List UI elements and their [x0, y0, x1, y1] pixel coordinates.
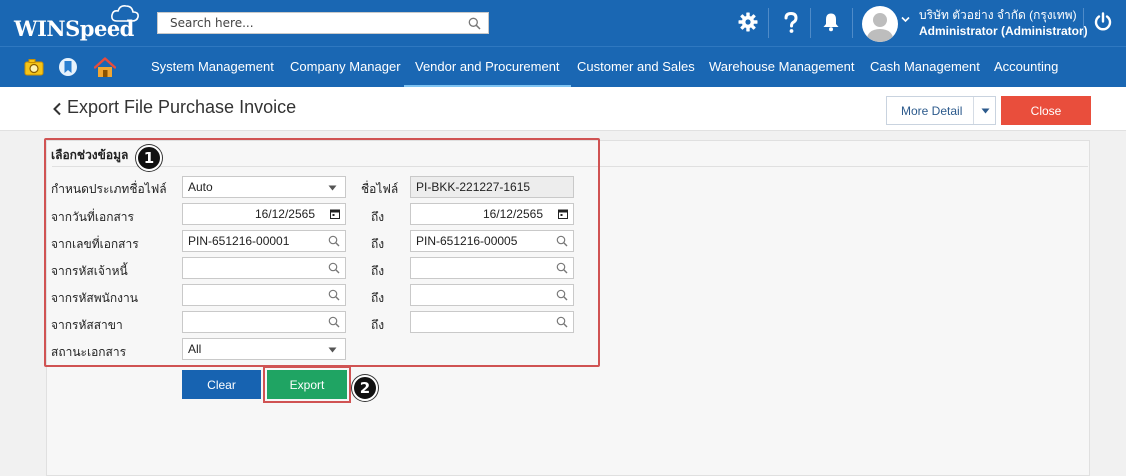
- caret-down-icon[interactable]: [328, 185, 337, 191]
- to-label: ถึง: [371, 210, 385, 224]
- power-icon[interactable]: [1093, 12, 1113, 32]
- menu-cash-management[interactable]: Cash Management: [859, 47, 991, 87]
- top-header: WINSpeed Search here... บริษัท ตัวอย่าง …: [0, 0, 1126, 46]
- date-from-value: 16/12/2565: [254, 207, 315, 221]
- date-from-label: จากวันที่เอกสาร: [51, 210, 134, 224]
- date-to-value: 16/12/2565: [482, 207, 543, 221]
- search-icon[interactable]: [556, 289, 568, 301]
- more-detail-label: More Detail: [901, 104, 963, 118]
- search-icon[interactable]: [468, 17, 481, 30]
- doc-to-value: PIN-651216-00005: [416, 234, 518, 248]
- creditor-to-input[interactable]: [410, 257, 574, 279]
- search-icon[interactable]: [328, 316, 340, 328]
- winspeed-logo[interactable]: WINSpeed: [14, 5, 139, 42]
- file-name-label: ชื่อไฟล์: [361, 182, 399, 196]
- to-label: ถึง: [371, 291, 385, 305]
- caret-down-icon[interactable]: [328, 347, 337, 353]
- clear-button[interactable]: Clear: [182, 370, 261, 399]
- page-title-bar: Export File Purchase Invoice More Detail…: [0, 87, 1126, 131]
- doc-from-input[interactable]: PIN-651216-00001: [182, 230, 346, 252]
- branch-from-label: จากรหัสสาขา: [51, 318, 123, 332]
- back-arrow-icon[interactable]: [52, 102, 62, 116]
- split-divider: [973, 97, 974, 124]
- header-divider: [768, 8, 769, 38]
- employee-to-input[interactable]: [410, 284, 574, 306]
- calendar-icon[interactable]: [330, 209, 340, 219]
- user-icon: [866, 13, 894, 42]
- menu-warehouse-management[interactable]: Warehouse Management: [698, 47, 866, 87]
- step-badge-2: 2: [352, 375, 378, 401]
- menu-system-management[interactable]: System Management: [140, 47, 285, 87]
- creditor-from-input[interactable]: [182, 257, 346, 279]
- search-box[interactable]: [157, 12, 489, 34]
- status-select[interactable]: All: [182, 338, 346, 360]
- user-name: Administrator (Administrator): [919, 24, 1088, 38]
- export-button[interactable]: Export: [267, 370, 347, 399]
- menu-accounting[interactable]: Accounting: [983, 47, 1069, 87]
- file-type-value: Auto: [188, 180, 213, 194]
- search-icon[interactable]: [328, 289, 340, 301]
- header-divider: [852, 8, 853, 38]
- close-button[interactable]: Close: [1001, 96, 1091, 125]
- page-title: Export File Purchase Invoice: [67, 97, 297, 117]
- cloud-icon: [111, 5, 139, 22]
- branch-from-input[interactable]: [182, 311, 346, 333]
- employee-from-input[interactable]: [182, 284, 346, 306]
- help-icon[interactable]: [783, 12, 799, 34]
- branch-to-input[interactable]: [410, 311, 574, 333]
- gear-icon[interactable]: [738, 12, 758, 32]
- home-icon[interactable]: [94, 57, 116, 78]
- search-icon[interactable]: [556, 262, 568, 274]
- header-divider: [810, 8, 811, 38]
- search-input[interactable]: [158, 13, 448, 33]
- creditor-from-label: จากรหัสเจ้าหนี้: [51, 264, 128, 278]
- company-name: บริษัท ตัวอย่าง จำกัด (กรุงเทพ): [919, 8, 1077, 22]
- doc-from-value: PIN-651216-00001: [188, 234, 290, 248]
- status-value: All: [188, 342, 202, 356]
- status-label: สถานะเอกสาร: [51, 345, 127, 359]
- employee-from-label: จากรหัสพนักงาน: [51, 291, 138, 305]
- menu-customer-and-sales[interactable]: Customer and Sales: [566, 47, 706, 87]
- avatar[interactable]: [862, 6, 898, 42]
- to-label: ถึง: [371, 264, 385, 278]
- search-icon[interactable]: [556, 235, 568, 247]
- more-detail-button[interactable]: More Detail: [886, 96, 996, 125]
- calendar-icon[interactable]: [558, 209, 568, 219]
- doc-to-input[interactable]: PIN-651216-00005: [410, 230, 574, 252]
- file-type-label: กำหนดประเภทชื่อไฟล์: [51, 182, 167, 196]
- date-to-input[interactable]: 16/12/2565: [410, 203, 574, 225]
- step-badge-1: 1: [136, 145, 162, 171]
- bell-icon[interactable]: [822, 12, 840, 32]
- file-name-value: PI-BKK-221227-1615: [416, 180, 531, 194]
- camera-icon[interactable]: [24, 57, 44, 77]
- menu-vendor-and-procurement[interactable]: Vendor and Procurement: [404, 47, 571, 87]
- file-type-select[interactable]: Auto: [182, 176, 346, 198]
- to-label: ถึง: [371, 318, 385, 332]
- main-menu-bar: System Management Company Manager Vendor…: [0, 46, 1126, 87]
- search-icon[interactable]: [328, 262, 340, 274]
- search-icon[interactable]: [556, 316, 568, 328]
- to-label: ถึง: [371, 237, 385, 251]
- search-icon[interactable]: [328, 235, 340, 247]
- menu-company-manager[interactable]: Company Manager: [279, 47, 412, 87]
- header-divider: [1083, 8, 1084, 38]
- caret-down-icon[interactable]: [981, 108, 990, 114]
- date-from-input[interactable]: 16/12/2565: [182, 203, 346, 225]
- bookmark-icon[interactable]: [58, 57, 78, 77]
- file-name-field: PI-BKK-221227-1615: [410, 176, 574, 198]
- user-info[interactable]: บริษัท ตัวอย่าง จำกัด (กรุงเทพ) Administ…: [919, 7, 1088, 39]
- chevron-down-icon[interactable]: [901, 16, 910, 23]
- doc-from-label: จากเลขที่เอกสาร: [51, 237, 139, 251]
